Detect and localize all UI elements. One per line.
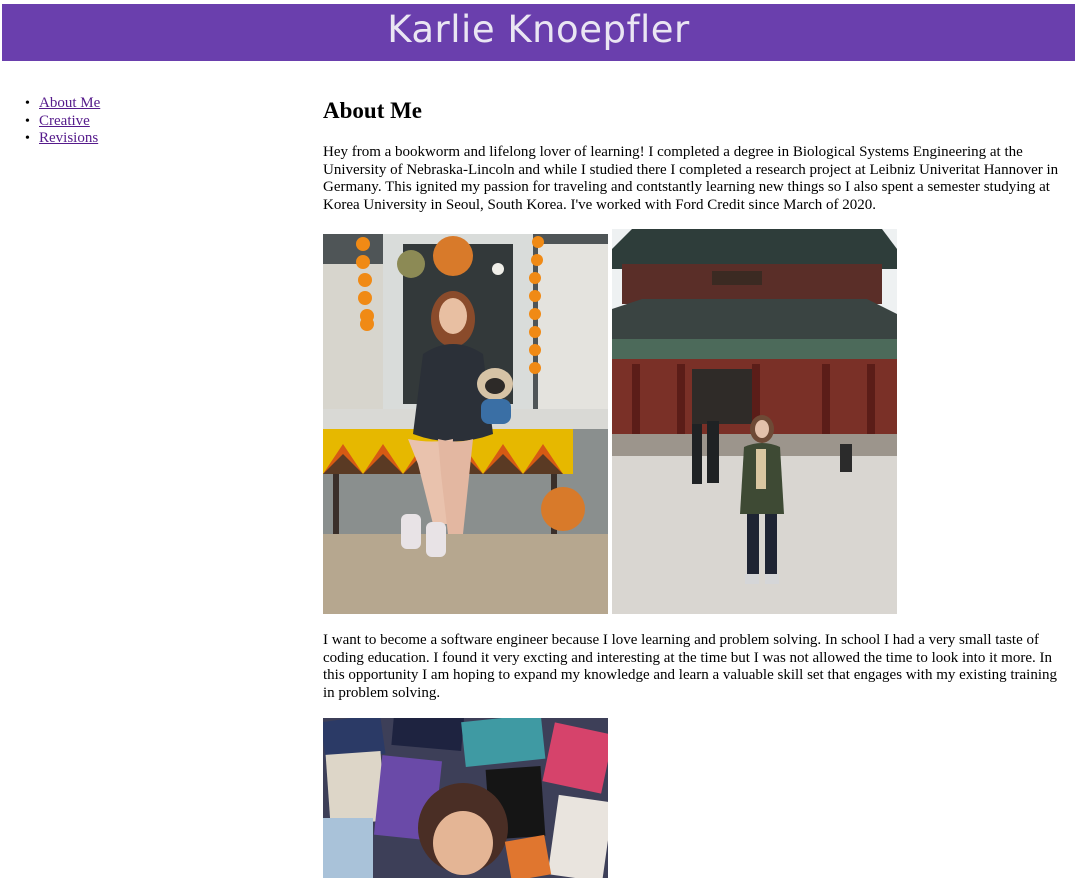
nav-item-creative: • Creative <box>25 113 100 131</box>
site-header: Karlie Knoepfler <box>2 4 1075 61</box>
goals-paragraph: I want to become a software engineer bec… <box>323 632 1058 702</box>
page-heading: About Me <box>323 98 423 123</box>
bullet-icon: • <box>25 96 30 111</box>
bullet-icon: • <box>25 131 30 146</box>
nav-item-about-me: • About Me <box>25 95 100 113</box>
intro-paragraph: Hey from a bookworm and lifelong lover o… <box>323 144 1059 214</box>
site-title: Karlie Knoepfler <box>387 8 690 51</box>
photo-woman-with-pug <box>323 234 608 614</box>
nav-list: • About Me • Creative • Revisions <box>25 95 100 148</box>
photo-woman-with-books <box>323 718 608 878</box>
main-content: About Me Hey from a bookworm and lifelon… <box>323 96 1073 878</box>
nav-link-about-me[interactable]: About Me <box>39 95 100 113</box>
photo-woman-at-palace <box>612 229 897 614</box>
bullet-icon: • <box>25 113 30 129</box>
nav-item-revisions: • Revisions <box>25 130 100 148</box>
nav-link-creative[interactable]: Creative <box>39 113 90 131</box>
nav-link-revisions[interactable]: Revisions <box>39 130 98 148</box>
